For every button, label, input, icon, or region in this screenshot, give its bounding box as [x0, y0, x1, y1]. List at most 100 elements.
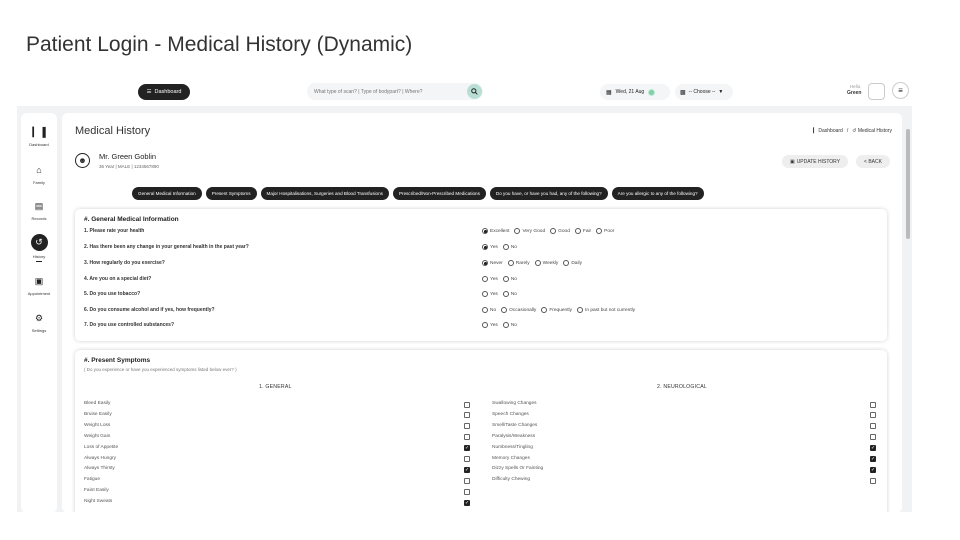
- search-button[interactable]: [467, 84, 482, 99]
- radio-option[interactable]: Good: [550, 228, 570, 234]
- tab-hospitalisations[interactable]: Major Hospitalisations, Surgeries and Bl…: [260, 187, 389, 200]
- radio-button[interactable]: [577, 307, 584, 313]
- radio-button[interactable]: [502, 276, 509, 282]
- radio-button[interactable]: [482, 322, 488, 328]
- symptom-checkbox[interactable]: [464, 488, 470, 495]
- patient-avatar: ☻: [75, 153, 90, 168]
- save-icon: ▣: [789, 158, 795, 165]
- radio-button[interactable]: [563, 260, 570, 266]
- radio-option[interactable]: Daily: [563, 260, 582, 266]
- sidebar-item-dashboard[interactable]: ▎▐ Dashboard: [21, 125, 57, 147]
- radio-button[interactable]: [482, 228, 488, 234]
- radio-label: Frequently: [549, 307, 573, 313]
- symptom-label: Swallowing Changes: [492, 401, 537, 406]
- radio-button[interactable]: [541, 307, 548, 313]
- radio-option[interactable]: Fair: [574, 228, 591, 234]
- radio-button[interactable]: [482, 276, 488, 282]
- radio-label: No: [490, 307, 497, 313]
- scrollbar-thumb[interactable]: [906, 129, 910, 239]
- choose-dropdown[interactable]: ▩ -- Choose -- ▼: [675, 84, 733, 100]
- radio-option[interactable]: No: [482, 307, 496, 313]
- symptom-checkbox[interactable]: [870, 423, 876, 430]
- symptom-checkbox[interactable]: ✓: [870, 445, 876, 452]
- radio-button[interactable]: [482, 307, 488, 313]
- symptom-checkbox[interactable]: [464, 434, 470, 441]
- radio-option[interactable]: No: [502, 244, 517, 250]
- symptom-checkbox[interactable]: [870, 434, 876, 441]
- radio-button[interactable]: [574, 228, 581, 234]
- symptom-checkbox[interactable]: ✓: [870, 466, 876, 473]
- user-name: Green: [847, 89, 862, 96]
- scrollbar[interactable]: [906, 113, 910, 512]
- symptom-checkbox[interactable]: ✓: [464, 445, 470, 452]
- dashboard-button[interactable]: ☰ Dashboard: [138, 84, 190, 100]
- radio-label: Weekly: [542, 260, 559, 266]
- radio-option[interactable]: Excellent: [482, 228, 509, 234]
- tab-present-symptoms[interactable]: Present Symptoms: [205, 187, 257, 200]
- symptom-checkbox[interactable]: ✓: [870, 456, 876, 462]
- radio-option[interactable]: Very Good: [514, 228, 545, 234]
- sidebar-item-history[interactable]: ↺ History: [21, 234, 57, 262]
- radio-option[interactable]: Poor: [596, 228, 614, 234]
- menu-button[interactable]: ≡: [892, 82, 909, 99]
- radio-option[interactable]: Yes: [482, 276, 498, 282]
- status-dot: [648, 88, 656, 96]
- radio-option[interactable]: Weekly: [534, 260, 559, 266]
- radio-option[interactable]: Rarely: [507, 260, 530, 266]
- radio-option[interactable]: Yes: [482, 291, 498, 297]
- sidebar-item-appointment[interactable]: ▣ Appointment: [21, 274, 57, 296]
- radio-button[interactable]: [514, 228, 521, 234]
- radio-button[interactable]: [507, 260, 514, 266]
- symptom-checkbox[interactable]: [464, 401, 470, 408]
- answer-options: Excellent Very Good Good Fair Poor: [482, 228, 614, 234]
- symptom-label: Smell/Taste Changes: [492, 422, 538, 428]
- radio-option[interactable]: Frequently: [541, 307, 572, 313]
- radio-button[interactable]: [482, 291, 488, 297]
- update-history-button[interactable]: ▣ UPDATE HISTORY: [782, 155, 848, 168]
- back-button[interactable]: < BACK: [856, 155, 890, 168]
- sidebar-item-family[interactable]: ⌂ Family: [21, 163, 57, 185]
- symptom-checkbox[interactable]: [464, 412, 470, 419]
- symptom-checkbox[interactable]: [464, 477, 470, 484]
- calendar-icon: ▦: [606, 89, 612, 96]
- patient-name: Mr. Green Goblin: [99, 152, 157, 161]
- radio-button[interactable]: [502, 244, 509, 250]
- date-selector[interactable]: ▦ Wed, 21 Aug: [600, 84, 670, 100]
- radio-button[interactable]: [534, 260, 541, 266]
- radio-button[interactable]: [502, 322, 509, 328]
- radio-button[interactable]: [596, 228, 603, 234]
- radio-option[interactable]: Yes: [482, 244, 498, 250]
- question-row: 1. Please rate your health Excellent Very …: [84, 228, 879, 238]
- radio-button[interactable]: [550, 228, 557, 234]
- symptom-checkbox[interactable]: [870, 477, 876, 484]
- radio-option[interactable]: Never: [482, 260, 503, 266]
- sidebar-item-records[interactable]: ▤ Records: [21, 199, 57, 221]
- tab-conditions[interactable]: Do you have, or have you had, any of the…: [489, 187, 608, 200]
- radio-option[interactable]: No: [502, 322, 517, 328]
- tab-medications[interactable]: Prescribed/Non-Prescribed Medications: [392, 187, 486, 200]
- radio-button[interactable]: [501, 307, 508, 313]
- sidebar-item-settings[interactable]: ⚙ Settings: [21, 311, 57, 333]
- radio-option[interactable]: No: [502, 291, 517, 297]
- question-row: 7. Do you use controlled substances? Yes N…: [84, 322, 879, 332]
- tab-general-medical-information[interactable]: General Medical Information: [132, 187, 202, 200]
- radio-button[interactable]: [502, 291, 509, 297]
- radio-option[interactable]: In past but not currently: [577, 307, 635, 313]
- symptom-checkbox[interactable]: [870, 412, 876, 419]
- radio-option[interactable]: Yes: [482, 322, 498, 328]
- symptom-checkbox[interactable]: [464, 456, 470, 462]
- symptom-checkbox[interactable]: [464, 423, 470, 430]
- radio-option[interactable]: No: [502, 276, 517, 282]
- radio-button[interactable]: [482, 260, 488, 266]
- radio-button[interactable]: [482, 244, 488, 250]
- symptom-checkbox[interactable]: ✓: [464, 499, 470, 506]
- symptom-checkbox[interactable]: ✓: [464, 466, 470, 473]
- avatar[interactable]: [868, 83, 885, 100]
- breadcrumb-home[interactable]: ▎ Dashboard: [813, 128, 843, 134]
- tab-allergies[interactable]: Are you allergic to any of the following…: [611, 187, 704, 200]
- search-input[interactable]: [314, 88, 464, 95]
- radio-option[interactable]: Occasionally: [501, 307, 536, 313]
- symptom-checkbox[interactable]: [870, 401, 876, 408]
- check-icon: ✓: [465, 499, 470, 506]
- gear-icon: ⚙: [34, 313, 44, 323]
